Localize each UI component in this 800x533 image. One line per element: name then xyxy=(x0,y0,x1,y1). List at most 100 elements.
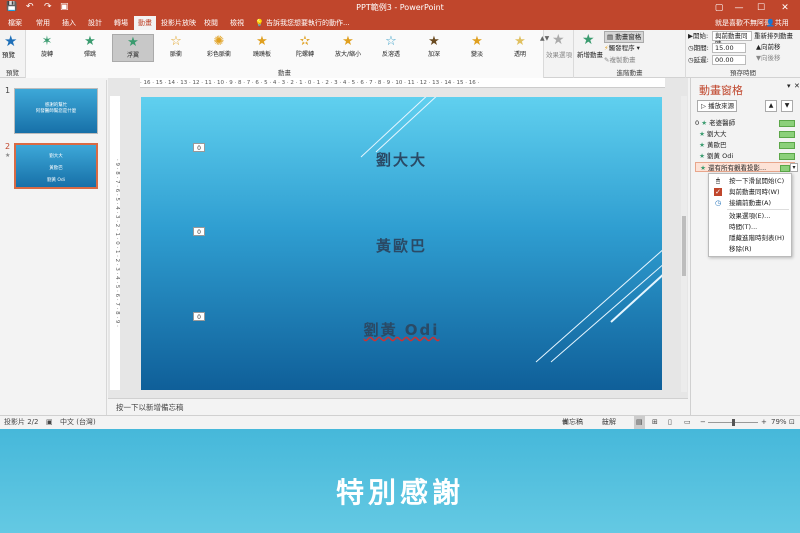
person-icon: 👤 xyxy=(766,19,775,27)
anim-grow-shrink[interactable]: ★ 放大/縮小 xyxy=(327,34,369,62)
tab-design[interactable]: 設計 xyxy=(84,16,106,30)
anim-item-2[interactable]: ★ 劉大大 xyxy=(695,129,795,139)
maximize-button[interactable]: ☐ xyxy=(752,1,770,15)
move-down-button[interactable]: ▼ xyxy=(781,100,793,112)
zoom-thumb[interactable] xyxy=(732,419,735,426)
slide-sorter-icon[interactable]: ⊞ xyxy=(652,416,658,429)
menu-after-previous[interactable]: ◷ 接續前動畫(A) xyxy=(709,198,791,208)
anim-transparency[interactable]: ★ 透明 xyxy=(499,34,541,62)
start-select[interactable]: 與前動畫同時 xyxy=(712,31,752,48)
trigger-button[interactable]: ⚡觸發程序 ▾ xyxy=(604,43,640,53)
add-animation-icon[interactable]: ★ xyxy=(582,32,595,48)
preview-button[interactable]: 預覽 xyxy=(2,50,15,60)
animation-tag[interactable]: 0 xyxy=(193,143,205,152)
anim-darken[interactable]: ★ 加深 xyxy=(413,34,455,62)
slide-thumbnail-1[interactable]: 感謝的幫忙 阿發醫師幫您是什麼 xyxy=(14,88,98,134)
anim-bounce[interactable]: ★ 彈跳 xyxy=(69,34,111,62)
slide-name-3[interactable]: 劉黃 Odi xyxy=(141,319,662,340)
anim-pulse[interactable]: ☆ 脈衝 xyxy=(155,34,197,62)
anim-color-pulse[interactable]: ✺ 彩色脈衝 xyxy=(198,34,240,62)
slide-canvas[interactable]: 劉大大 黃歐巴 劉黃 Odi 0 0 0 xyxy=(141,97,662,390)
spellcheck-icon[interactable]: ▣ xyxy=(46,416,53,429)
animation-pane-button[interactable]: ▤ 動畫窗格 xyxy=(604,31,645,43)
clock-icon: ◷ xyxy=(714,199,722,207)
notes-area[interactable]: 按一下以新增備忘稿 xyxy=(108,398,688,415)
anim-spin2[interactable]: ✫ 陀螺轉 xyxy=(284,34,326,62)
scroll-thumb[interactable] xyxy=(682,216,686,276)
animation-context-menu: 🖱 按一下滑鼠開始(C) ✓ 與前動畫同時(W) ◷ 接續前動畫(A) 效果選項(E)… xyxy=(708,173,792,257)
menu-timing[interactable]: 時間(T)... xyxy=(709,222,791,232)
duration-label: ◷期間: xyxy=(688,44,709,52)
zoom-level[interactable]: 79% xyxy=(771,416,787,429)
timeline-bar[interactable] xyxy=(780,165,790,172)
tab-view[interactable]: 檢視 xyxy=(226,16,248,30)
zoom-in-icon[interactable]: + xyxy=(761,416,767,429)
pane-options-icon[interactable]: ▾ xyxy=(787,82,791,90)
close-button[interactable]: ✕ xyxy=(776,1,794,15)
fit-slide-icon[interactable]: ⊡ xyxy=(789,416,795,429)
move-earlier-button[interactable]: ▲向前移 xyxy=(756,42,781,52)
menu-hide-timeline[interactable]: 隱藏進階時刻表(H) xyxy=(709,233,791,243)
animation-gallery-group: ✶ 旋轉 ★ 彈跳 ★ 浮翼 ☆ 脈衝 ✺ 彩色脈衝 ★ 蹺蹺板 ✫ 陀螺轉 ★ 放大/縮小 ☆… xyxy=(26,30,549,78)
timeline-bar[interactable] xyxy=(779,120,795,127)
reading-view-icon[interactable]: ▯ xyxy=(668,416,672,429)
anim-item-4[interactable]: ★ 劉黃 Odi xyxy=(695,151,795,161)
menu-with-previous[interactable]: ✓ 與前動畫同時(W) xyxy=(709,187,791,197)
thumb-text: 劉大大 xyxy=(49,154,63,159)
move-up-button[interactable]: ▲ xyxy=(765,100,777,112)
play-from-button[interactable]: ▷ 播放來源 xyxy=(697,100,737,112)
slide-name-2[interactable]: 黃歐巴 xyxy=(141,235,662,256)
language-indicator[interactable]: 中文 (台灣) xyxy=(60,416,96,429)
tab-home[interactable]: 常用 xyxy=(32,16,54,30)
tab-animations[interactable]: 動畫 xyxy=(134,16,156,30)
normal-view-icon[interactable]: ▤ xyxy=(634,416,645,429)
preview-group-label: 預覽 xyxy=(6,69,19,77)
anim-spin[interactable]: ✶ 旋轉 xyxy=(26,34,68,62)
menu-label: 效果選項(E)... xyxy=(729,212,771,220)
trigger-label: 觸發程序 xyxy=(608,44,635,52)
share-button[interactable]: 👤共用 xyxy=(766,16,789,30)
menu-start-on-click[interactable]: 🖱 按一下滑鼠開始(C) xyxy=(709,176,791,186)
timeline-bar[interactable] xyxy=(779,142,795,149)
effect-options-button[interactable]: 效果選項 xyxy=(546,50,572,60)
zoom-out-icon[interactable]: − xyxy=(700,416,706,429)
move-later-button[interactable]: ▼向後移 xyxy=(756,53,781,63)
timeline-bar[interactable] xyxy=(779,153,795,160)
animation-tag[interactable]: 0 xyxy=(193,312,205,321)
anim-item-1[interactable]: 0 ★ 老婆醫師 xyxy=(695,118,795,128)
tab-file[interactable]: 檔案 xyxy=(4,16,26,30)
dropdown-arrow-icon[interactable]: ▾ xyxy=(790,163,798,172)
slide-name-1[interactable]: 劉大大 xyxy=(141,149,662,170)
vertical-scrollbar[interactable] xyxy=(681,96,687,392)
minimize-button[interactable]: — xyxy=(730,1,748,15)
menu-remove[interactable]: 移除(R) xyxy=(709,244,791,254)
timeline-bar[interactable] xyxy=(779,131,795,138)
preview-star-icon[interactable]: ★ xyxy=(4,32,17,50)
animation-tag[interactable]: 0 xyxy=(193,227,205,236)
duration-input[interactable]: 15.00 xyxy=(712,43,746,53)
close-pane-icon[interactable]: ✕ xyxy=(794,82,800,90)
effect-options-icon[interactable]: ★ xyxy=(552,32,565,48)
account-name[interactable]: 就是喜歡不無阿哥 xyxy=(715,16,771,30)
anim-item-label: 黃歐巴 xyxy=(707,141,727,149)
anim-desaturate[interactable]: ☆ 反溶透 xyxy=(370,34,412,62)
add-animation-button[interactable]: 新增動畫 xyxy=(577,50,603,60)
slide-thumbnail-2[interactable]: 劉大大 黃歐巴 劉黃 Odi xyxy=(14,143,98,189)
anim-item-3[interactable]: ★ 黃歐巴 xyxy=(695,140,795,150)
animation-painter-button[interactable]: ✎複製動畫 xyxy=(604,55,635,65)
delay-input[interactable]: 00.00 xyxy=(712,55,746,65)
anim-lighten[interactable]: ★ 變淡 xyxy=(456,34,498,62)
slideshow-icon[interactable]: ▭ xyxy=(684,416,691,429)
tab-review[interactable]: 校閱 xyxy=(200,16,222,30)
spin2-star-icon: ✫ xyxy=(299,34,311,49)
tell-me-box[interactable]: 💡 告訴我您想要執行的動作... xyxy=(255,16,350,30)
anim-teeter[interactable]: ★ 蹺蹺板 xyxy=(241,34,283,62)
menu-effect-options[interactable]: 效果選項(E)... xyxy=(709,211,791,221)
menu-divider xyxy=(727,209,789,210)
tab-slideshow[interactable]: 投影片放映 xyxy=(158,16,196,30)
tab-insert[interactable]: 插入 xyxy=(58,16,80,30)
anim-item-5[interactable]: ★ 還有所有觀看投影... ▾ xyxy=(695,162,798,172)
anim-float[interactable]: ★ 浮翼 xyxy=(112,34,154,62)
ribbon-display-icon[interactable]: ▢ xyxy=(710,1,728,15)
tab-transitions[interactable]: 轉場 xyxy=(110,16,132,30)
